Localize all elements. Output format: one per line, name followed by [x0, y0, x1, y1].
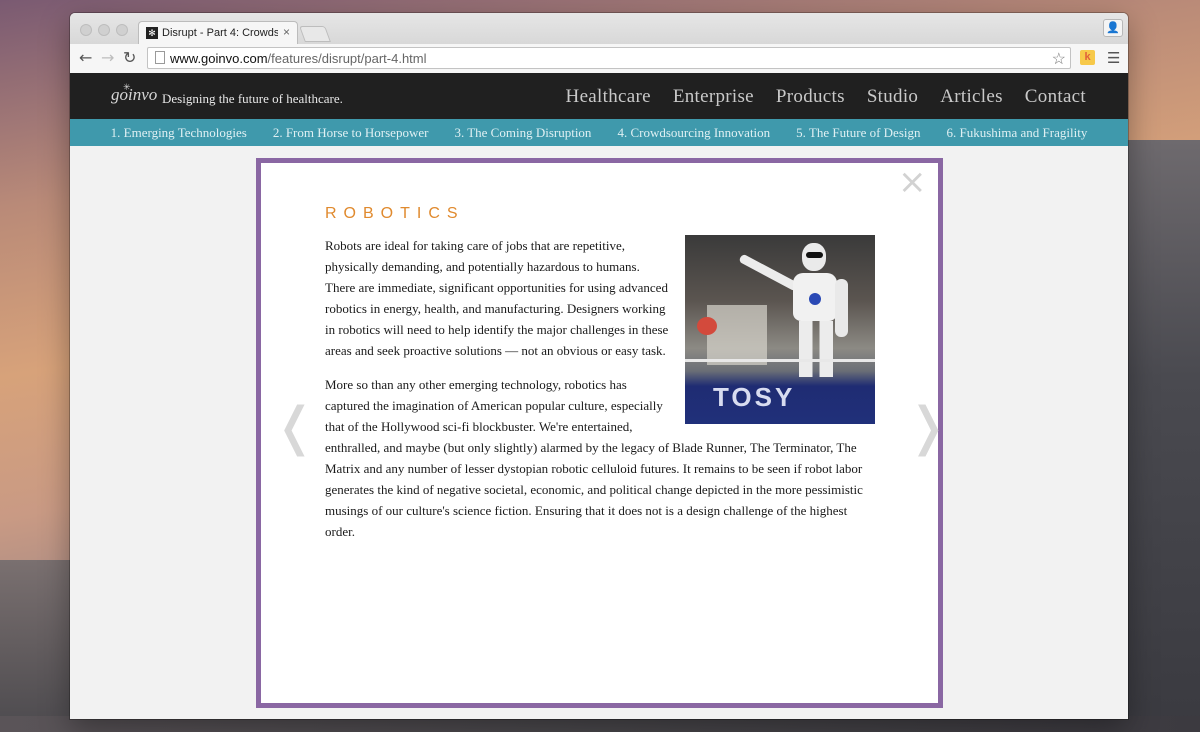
extension-icon[interactable]: k: [1080, 50, 1095, 65]
tab-title: Disrupt - Part 4: Crowdsourcing Innovati…: [162, 27, 278, 39]
nav-healthcare[interactable]: Healthcare: [566, 86, 651, 108]
nav-articles[interactable]: Articles: [940, 86, 1003, 108]
goinvo-favicon-icon: ✻: [146, 27, 158, 39]
photo-sign-text: TOSY: [713, 382, 796, 412]
robotics-modal: × ❬ ❭ ROBOTICS TOSY Robots are ideal for…: [256, 158, 950, 708]
browser-toolbar: ← → ↻ www.goinvo.com/features/disrupt/pa…: [70, 44, 1128, 74]
chapter-nav: 1. Emerging Technologies 2. From Horse t…: [70, 119, 1128, 146]
hamburger-menu-icon[interactable]: ☰: [1107, 49, 1120, 67]
tab-close-icon[interactable]: ×: [283, 25, 290, 39]
browser-window: ✻ Disrupt - Part 4: Crowdsourcing Innova…: [70, 13, 1128, 719]
site-logo[interactable]: goinvo: [111, 85, 157, 105]
site-tagline: Designing the future of healthcare.: [162, 91, 343, 106]
tab-bar: ✻ Disrupt - Part 4: Crowdsourcing Innova…: [70, 13, 1128, 45]
bookmark-star-icon[interactable]: ☆: [1052, 49, 1066, 69]
robot-photo: TOSY: [685, 235, 875, 424]
section-heading: ROBOTICS: [325, 205, 465, 222]
prev-arrow-icon[interactable]: ❬: [273, 401, 317, 453]
back-arrow-icon[interactable]: ←: [79, 48, 92, 67]
chapter-link-3[interactable]: 3. The Coming Disruption: [454, 125, 591, 141]
main-nav: Healthcare Enterprise Products Studio Ar…: [566, 86, 1086, 108]
close-window-button[interactable]: [80, 24, 92, 36]
page-icon: [155, 51, 165, 64]
new-tab-button[interactable]: [299, 26, 331, 42]
chapter-link-1[interactable]: 1. Emerging Technologies: [111, 125, 247, 141]
url-text[interactable]: www.goinvo.com/features/disrupt/part-4.h…: [170, 51, 427, 66]
article-body: TOSY Robots are ideal for taking care of…: [325, 235, 875, 555]
chapter-link-5[interactable]: 5. The Future of Design: [796, 125, 920, 141]
address-bar[interactable]: www.goinvo.com/features/disrupt/part-4.h…: [147, 47, 1071, 69]
zoom-window-button[interactable]: [116, 24, 128, 36]
desktop-mountain-left: [0, 560, 70, 732]
chapter-link-2[interactable]: 2. From Horse to Horsepower: [273, 125, 429, 141]
site-header: ✳ goinvo Designing the future of healthc…: [70, 73, 1128, 119]
desktop-mountain-right: [1120, 140, 1200, 732]
nav-contact[interactable]: Contact: [1025, 86, 1086, 108]
chapter-link-4[interactable]: 4. Crowdsourcing Innovation: [617, 125, 770, 141]
browser-tab-active[interactable]: ✻ Disrupt - Part 4: Crowdsourcing Innova…: [138, 21, 298, 45]
nav-studio[interactable]: Studio: [867, 86, 918, 108]
profile-icon[interactable]: 👤: [1103, 19, 1123, 37]
close-icon[interactable]: ×: [898, 165, 927, 199]
next-arrow-icon[interactable]: ❭: [906, 401, 950, 453]
minimize-window-button[interactable]: [98, 24, 110, 36]
chapter-link-6[interactable]: 6. Fukushima and Fragility: [947, 125, 1088, 141]
nav-enterprise[interactable]: Enterprise: [673, 86, 754, 108]
forward-arrow-icon[interactable]: →: [101, 48, 114, 67]
reload-icon[interactable]: ↻: [123, 48, 136, 67]
nav-products[interactable]: Products: [776, 86, 845, 108]
